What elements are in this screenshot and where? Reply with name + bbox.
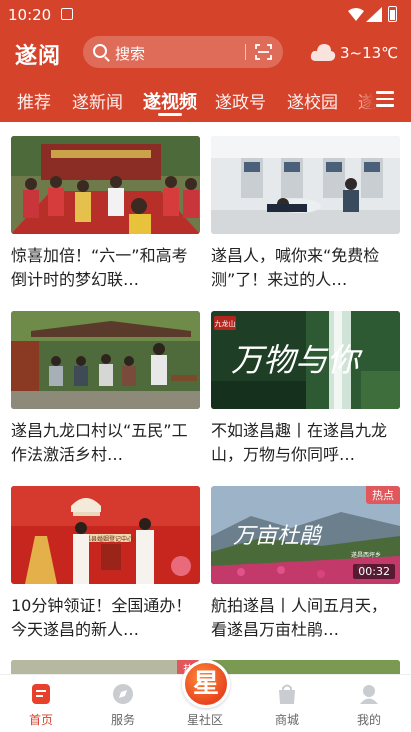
search-placeholder: 搜索 — [115, 45, 146, 63]
status-bar: 10:20 — [0, 0, 411, 30]
app-logo: 遂阅 — [15, 43, 62, 69]
video-thumbnail — [11, 136, 200, 234]
search-icon — [93, 44, 107, 58]
nav-profile[interactable]: 我的 — [328, 675, 410, 732]
profile-icon — [360, 685, 378, 704]
scan-icon[interactable] — [255, 44, 272, 60]
nav-services[interactable]: 服务 — [82, 675, 164, 732]
thumbnail-calligraphy: 万亩杜鹃 — [233, 524, 323, 549]
hot-badge: 热点 — [366, 486, 400, 504]
tab-recommend[interactable]: 推荐 — [17, 88, 51, 113]
signal-icon — [366, 7, 382, 22]
video-title: 惊喜加倍！“六一”和高考倒计时的梦幻联… — [11, 246, 188, 289]
video-thumbnail: 九龙山 万物与你 — [211, 311, 400, 409]
tab-campus[interactable]: 遂校园 — [287, 88, 338, 113]
video-thumbnail: 万亩杜鹃 遂昌西坪乡 热点 00:32 — [211, 486, 400, 584]
video-thumbnail: 遂昌县婚姻登记中心 — [11, 486, 200, 584]
video-title: 遂昌九龙口村以“五民”工作法激活乡村… — [11, 421, 188, 464]
video-card[interactable]: 遂昌县婚姻登记中心 10分钟领证！全国通办！今天遂昌的新人… — [11, 486, 200, 642]
video-card[interactable]: 遂昌九龙口村以“五民”工作法激活乡村… — [11, 311, 200, 467]
video-title: 10分钟领证！全国通办！今天遂昌的新人… — [11, 596, 192, 639]
shopping-bag-icon — [279, 684, 295, 704]
thumbnail-image: 九龙山 万物与你 — [211, 311, 400, 409]
search-divider — [245, 44, 246, 60]
video-card[interactable]: 万亩杜鹃 遂昌西坪乡 热点 00:32 航拍遂昌丨人间五月天，看遂昌万亩杜鹃… — [211, 486, 400, 642]
thumbnail-image — [11, 136, 200, 234]
weather-widget[interactable]: 3~13℃ — [310, 40, 400, 66]
nav-label: 服务 — [110, 713, 135, 727]
thumbnail-image — [11, 660, 200, 674]
thumbnail-calligraphy: 万物与你 — [231, 341, 363, 379]
tab-government[interactable]: 遂政号 — [215, 88, 266, 113]
thumbnail-seal: 九龙山 — [215, 319, 236, 328]
tabs-fade — [352, 86, 374, 118]
nav-label: 星社区 — [186, 713, 223, 727]
search-bar[interactable]: 搜索 — [83, 36, 283, 68]
video-thumbnail — [211, 136, 400, 234]
tab-news[interactable]: 遂新闻 — [72, 88, 123, 113]
thumbnail-image: 遂昌县婚姻登记中心 — [11, 486, 200, 584]
video-card-partial[interactable]: 热 — [11, 660, 200, 674]
video-card[interactable]: 惊喜加倍！“六一”和高考倒计时的梦幻联… — [11, 136, 200, 292]
active-tab-indicator — [158, 113, 182, 116]
thumbnail-image — [211, 660, 400, 674]
cloud-icon — [310, 44, 336, 61]
services-icon — [113, 684, 133, 704]
app-header: 10:20 遂阅 搜索 3~13℃ 推荐 遂新闻 遂视频 遂政号 遂校园 遂 — [0, 0, 411, 122]
video-duration: 00:32 — [353, 564, 395, 579]
tab-video[interactable]: 遂视频 — [143, 88, 197, 114]
video-thumbnail — [211, 660, 400, 674]
thumbnail-subtext: 遂昌西坪乡 — [351, 551, 381, 559]
nav-mall[interactable]: 商城 — [246, 675, 328, 732]
video-thumbnail: 热 — [11, 660, 200, 674]
video-title: 遂昌人，喊你来“免费检测”了！来过的人… — [211, 246, 380, 289]
nav-label: 首页 — [28, 713, 53, 727]
menu-icon[interactable] — [376, 91, 394, 107]
video-title: 不如遂昌趣丨在遂昌九龙山，万物与你同呼… — [211, 421, 388, 464]
video-title: 航拍遂昌丨人间五月天，看遂昌万亩杜鹃… — [211, 596, 388, 639]
channel-tabs: 推荐 遂新闻 遂视频 遂政号 遂校园 遂 — [0, 86, 411, 122]
star-community-button[interactable]: 星 — [182, 660, 230, 708]
weather-temperature: 3~13℃ — [340, 44, 399, 62]
video-card-partial[interactable] — [211, 660, 400, 674]
nav-label: 我的 — [356, 713, 381, 727]
video-card[interactable]: 九龙山 万物与你 不如遂昌趣丨在遂昌九龙山，万物与你同呼… — [211, 311, 400, 467]
battery-icon — [388, 6, 397, 22]
thumbnail-image — [11, 311, 200, 409]
nav-home[interactable]: 首页 — [0, 675, 82, 732]
thumbnail-image — [211, 136, 400, 234]
home-icon — [32, 684, 50, 704]
wifi-icon — [348, 8, 364, 21]
video-thumbnail — [11, 311, 200, 409]
notification-icon — [61, 8, 73, 20]
video-grid: 惊喜加倍！“六一”和高考倒计时的梦幻联… 遂昌人，喊你来“免费检测”了！来过的人… — [0, 122, 411, 674]
status-time: 10:20 — [8, 6, 52, 24]
video-card[interactable]: 遂昌人，喊你来“免费检测”了！来过的人… — [211, 136, 400, 292]
nav-label: 商城 — [274, 713, 299, 727]
